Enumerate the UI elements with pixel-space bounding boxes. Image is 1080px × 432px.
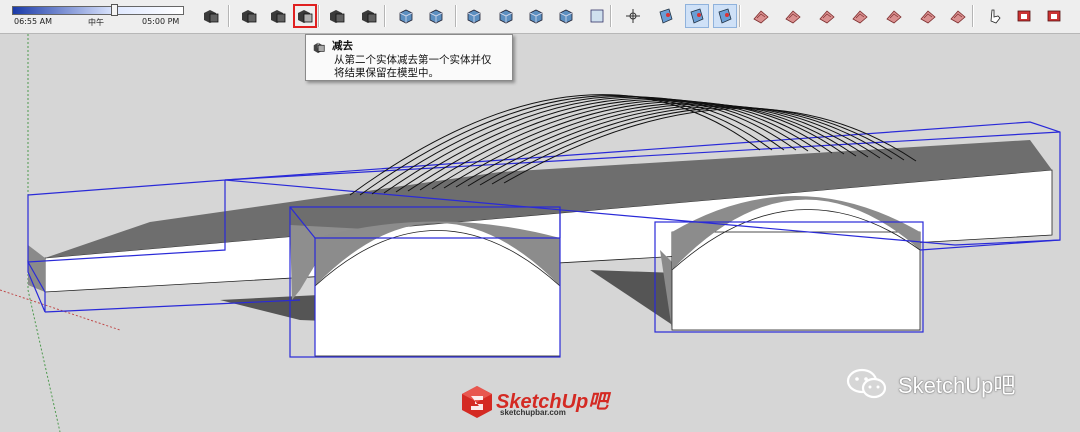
smoove-icon — [819, 10, 835, 24]
iso-view-icon — [399, 9, 413, 24]
add-detail-button[interactable] — [916, 4, 940, 28]
split-icon — [362, 10, 377, 23]
front-view-button[interactable] — [462, 4, 486, 28]
stamp-icon — [852, 10, 868, 24]
extension-warehouse-icon — [1047, 10, 1061, 22]
interact-button[interactable] — [983, 4, 1007, 28]
add-detail-icon — [920, 10, 936, 24]
sandbox-from-scratch-icon — [785, 10, 801, 24]
toolbar-separator — [455, 5, 457, 27]
display-section-cuts-button[interactable] — [713, 4, 737, 28]
top-view-button[interactable] — [424, 4, 448, 28]
right-view-icon — [499, 9, 513, 24]
iso-view-button[interactable] — [394, 4, 418, 28]
flip-edge-icon — [950, 10, 966, 24]
subtract-icon — [298, 10, 313, 23]
wechat-account-text: SketchUp吧 — [898, 373, 1016, 398]
section-plane-icon — [659, 8, 673, 24]
xray-style-button[interactable] — [585, 4, 609, 28]
smoove-button[interactable] — [815, 4, 839, 28]
back-view-icon — [529, 9, 543, 24]
xray-style-icon — [590, 9, 604, 23]
drape-button[interactable] — [882, 4, 906, 28]
outer-shell-icon — [204, 10, 219, 23]
top-view-icon — [429, 9, 443, 24]
stamp-button[interactable] — [848, 4, 872, 28]
toolbar-separator — [318, 5, 320, 27]
flip-edge-button[interactable] — [946, 4, 970, 28]
left-view-button[interactable] — [554, 4, 578, 28]
shadow-time-noon: 中午 — [88, 18, 104, 27]
right-view-button[interactable] — [494, 4, 518, 28]
shadow-slider-track[interactable] — [12, 6, 184, 15]
wechat-icon — [846, 368, 887, 399]
bridge-model[interactable] — [28, 140, 1053, 357]
outer-shell-button[interactable] — [199, 4, 223, 28]
axes-button[interactable] — [621, 4, 645, 28]
split-button[interactable] — [357, 4, 381, 28]
warehouse-icon — [1017, 10, 1031, 22]
intersect-button[interactable] — [237, 4, 261, 28]
brand-url: sketchupbar.com — [500, 408, 566, 417]
trim-button[interactable] — [325, 4, 349, 28]
display-section-cuts-icon — [718, 8, 732, 24]
shadow-time-start: 06:55 AM — [14, 17, 52, 26]
axes-icon — [626, 9, 640, 23]
drape-icon — [886, 10, 902, 24]
warehouse-button[interactable] — [1012, 4, 1036, 28]
sandbox-from-contours-icon — [753, 10, 769, 24]
extension-warehouse-button[interactable] — [1042, 4, 1066, 28]
shadow-slider-thumb[interactable] — [110, 4, 118, 16]
sketchupbar-logo-icon — [462, 386, 492, 418]
shadow-time-end: 05:00 PM — [142, 17, 180, 26]
union-icon — [271, 10, 286, 23]
front-view-icon — [467, 9, 481, 24]
section-plane-button[interactable] — [654, 4, 678, 28]
sandbox-from-contours-button[interactable] — [749, 4, 773, 28]
display-section-planes-icon — [690, 8, 704, 24]
toolbar-separator — [228, 5, 230, 27]
back-view-button[interactable] — [524, 4, 548, 28]
shadow-time-slider[interactable]: 06:55 AM 中午 05:00 PM — [10, 2, 190, 30]
toolbar-separator — [384, 5, 386, 27]
sketchupbar-watermark: SketchUp吧 sketchupbar.com — [459, 384, 621, 420]
main-toolbar: 06:55 AM 中午 05:00 PM — [0, 0, 1080, 34]
interact-icon — [990, 9, 1001, 24]
display-section-planes-button[interactable] — [685, 4, 709, 28]
toolbar-separator — [739, 5, 741, 27]
intersect-icon — [242, 10, 257, 23]
trim-icon — [330, 10, 345, 23]
subtract-button[interactable] — [293, 4, 317, 28]
toolbar-separator — [972, 5, 974, 27]
left-view-icon — [559, 9, 573, 24]
toolbar-separator — [610, 5, 612, 27]
sandbox-from-scratch-button[interactable] — [781, 4, 805, 28]
union-button[interactable] — [266, 4, 290, 28]
